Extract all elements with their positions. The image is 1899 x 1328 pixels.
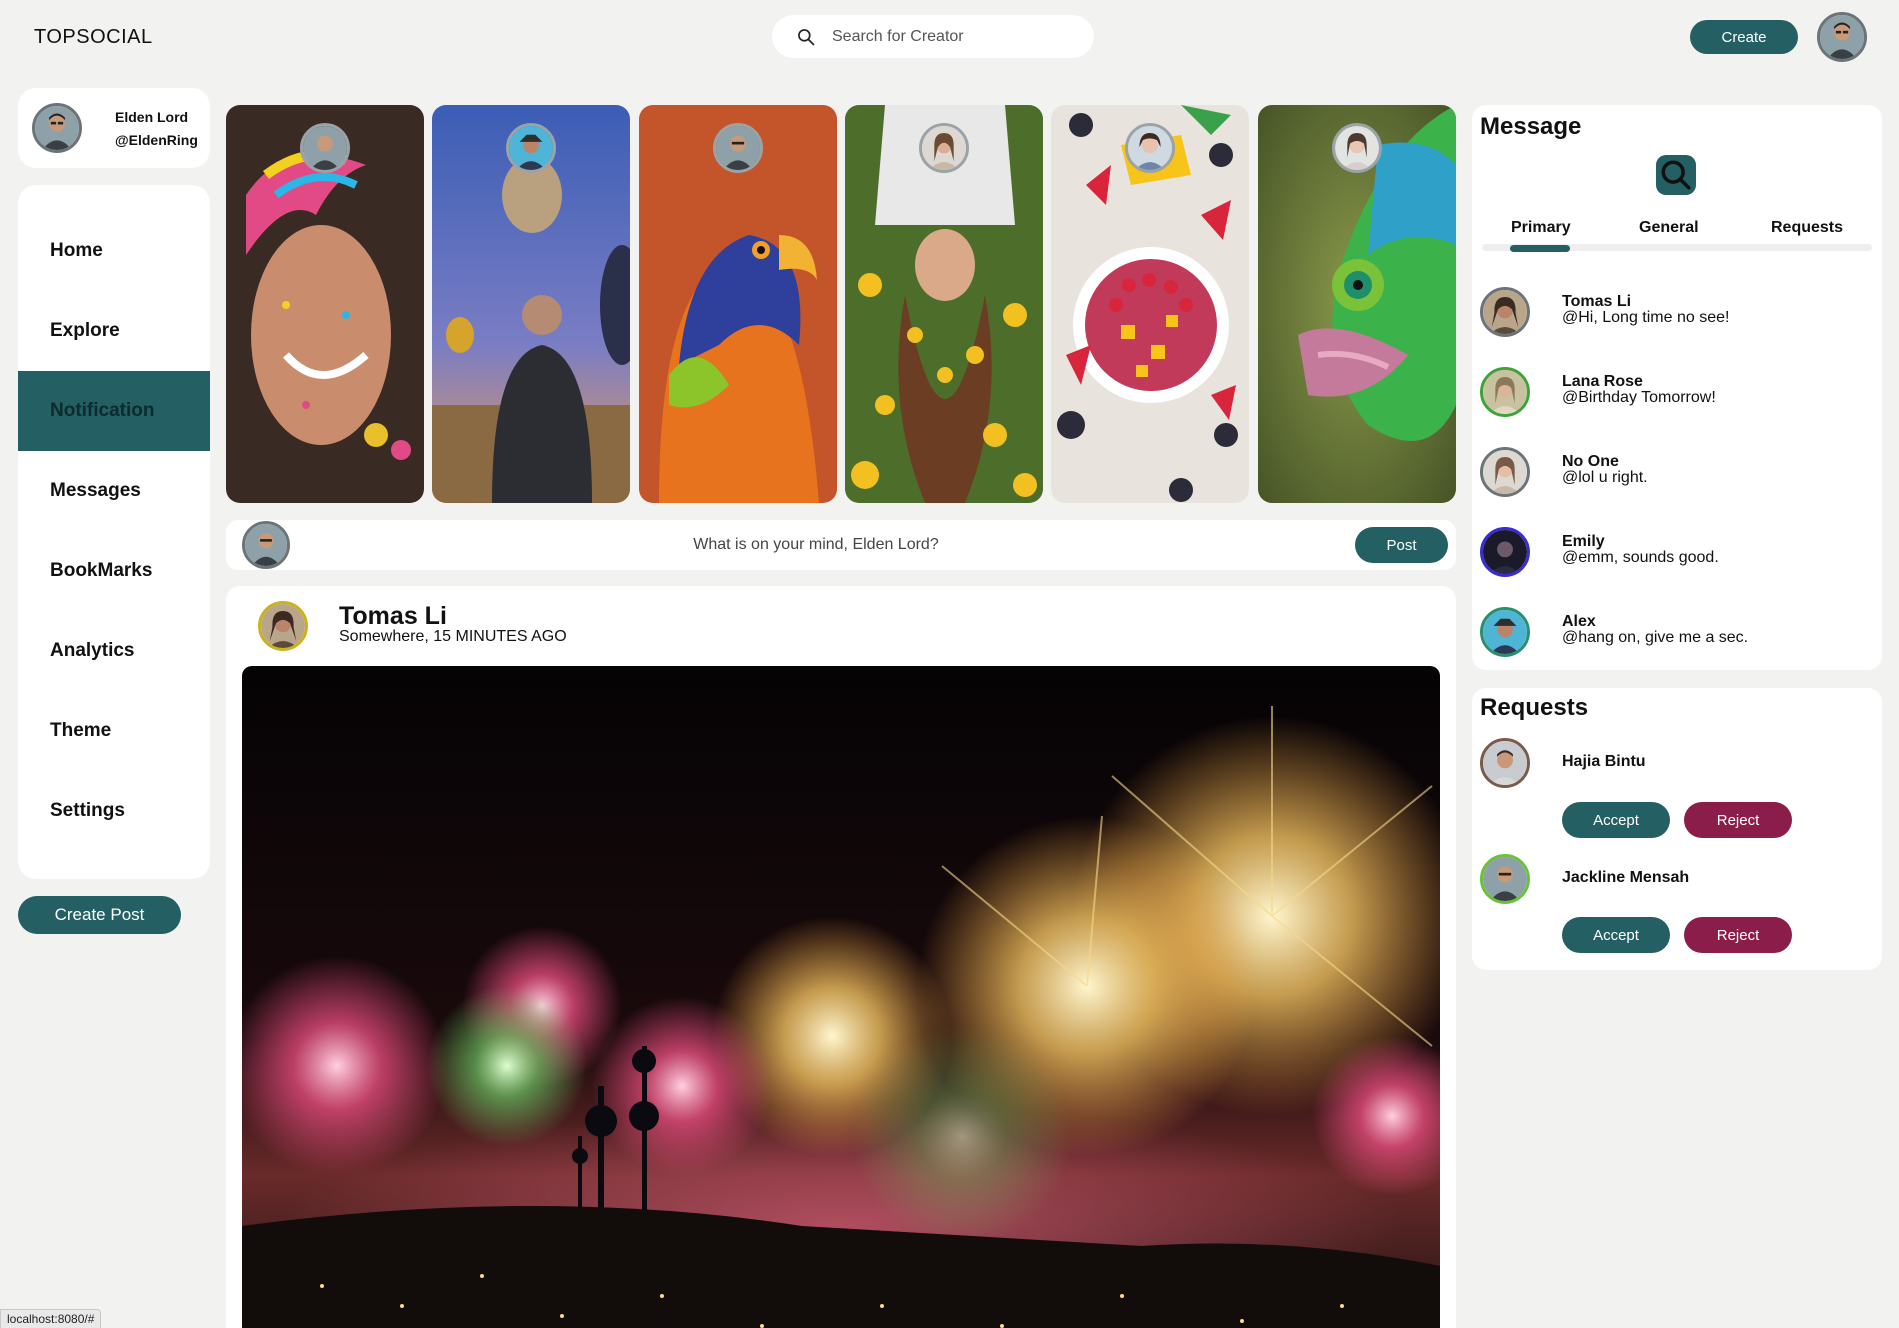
- message-avatar: [1480, 287, 1530, 337]
- story-avatar: [919, 123, 969, 173]
- sidebar-item-explore[interactable]: Explore: [18, 291, 210, 371]
- request-avatar[interactable]: [1480, 854, 1530, 904]
- message-item[interactable]: Alex @hang on, give me a sec.: [1480, 607, 1870, 663]
- message-preview: @Hi, Long time no see!: [1562, 309, 1730, 326]
- composer-input[interactable]: [316, 532, 1316, 558]
- story-avatar: [1332, 123, 1382, 173]
- message-item[interactable]: Lana Rose @Birthday Tomorrow!: [1480, 367, 1870, 423]
- message-preview: @lol u right.: [1562, 469, 1648, 486]
- user-avatar[interactable]: [1817, 12, 1867, 62]
- sidebar-item-analytics[interactable]: Analytics: [18, 611, 210, 691]
- accept-button[interactable]: Accept: [1562, 917, 1670, 953]
- requests-title: Requests: [1480, 694, 1589, 721]
- request-avatar[interactable]: [1480, 738, 1530, 788]
- tab-primary[interactable]: Primary: [1511, 219, 1571, 237]
- requests-panel: Requests Hajia Bintu Accept Reject Jackl…: [1472, 688, 1882, 970]
- accept-button[interactable]: Accept: [1562, 802, 1670, 838]
- post-image[interactable]: [242, 666, 1440, 1328]
- post-meta: Somewhere, 15 MINUTES AGO: [339, 628, 567, 645]
- top-bar: TOPSOCIAL Create: [0, 0, 1899, 74]
- story-card[interactable]: [1051, 105, 1249, 503]
- story-card[interactable]: [845, 105, 1043, 503]
- tab-requests[interactable]: Requests: [1771, 219, 1843, 237]
- tab-active-indicator: [1510, 245, 1570, 252]
- profile-card[interactable]: Elden Lord @EldenRing: [18, 88, 210, 168]
- sidebar-item-messages[interactable]: Messages: [18, 451, 210, 531]
- story-card[interactable]: [226, 105, 424, 503]
- sidebar-item-home[interactable]: Home: [18, 211, 210, 291]
- search-icon: [798, 28, 815, 45]
- story-card[interactable]: [1258, 105, 1456, 503]
- story-card[interactable]: [432, 105, 630, 503]
- create-button[interactable]: Create: [1690, 20, 1798, 54]
- reject-button[interactable]: Reject: [1684, 802, 1792, 838]
- reject-button[interactable]: Reject: [1684, 917, 1792, 953]
- profile-handle: @EldenRing: [115, 132, 198, 148]
- post-button[interactable]: Post: [1355, 527, 1448, 563]
- brand-logo[interactable]: TOPSOCIAL: [34, 26, 153, 49]
- message-preview: @hang on, give me a sec.: [1562, 629, 1749, 646]
- message-preview: @Birthday Tomorrow!: [1562, 389, 1716, 406]
- story-avatar: [300, 123, 350, 173]
- message-item[interactable]: No One @lol u right.: [1480, 447, 1870, 503]
- story-avatar: [506, 123, 556, 173]
- sidebar-item-bookmarks[interactable]: BookMarks: [18, 531, 210, 611]
- message-item[interactable]: Emily @emm, sounds good.: [1480, 527, 1870, 583]
- sidebar-item-notification[interactable]: Notification: [18, 371, 210, 451]
- message-avatar: [1480, 367, 1530, 417]
- message-item[interactable]: Tomas Li @Hi, Long time no see!: [1480, 287, 1870, 343]
- profile-avatar: [32, 103, 82, 153]
- sidebar-nav: Home Explore Notification Messages BookM…: [18, 185, 210, 879]
- search-bar[interactable]: [772, 15, 1094, 58]
- message-search-icon[interactable]: [1656, 155, 1696, 195]
- search-input[interactable]: [832, 27, 1062, 46]
- messages-panel: Message Primary General Requests Tomas L…: [1472, 105, 1882, 670]
- message-avatar: [1480, 527, 1530, 577]
- profile-name: Elden Lord: [115, 109, 189, 125]
- post-composer: Post: [226, 520, 1456, 570]
- request-name: Hajia Bintu: [1562, 753, 1646, 770]
- tab-general[interactable]: General: [1639, 219, 1699, 237]
- create-post-button[interactable]: Create Post: [18, 896, 181, 934]
- message-avatar: [1480, 607, 1530, 657]
- messages-title: Message: [1480, 113, 1582, 140]
- composer-avatar: [242, 521, 290, 569]
- request-name: Jackline Mensah: [1562, 869, 1690, 886]
- story-card[interactable]: [639, 105, 837, 503]
- story-avatar: [713, 123, 763, 173]
- message-preview: @emm, sounds good.: [1562, 549, 1719, 566]
- status-bar-url: localhost:8080/#: [0, 1309, 102, 1328]
- feed-post: Tomas Li Somewhere, 15 MINUTES AGO: [226, 586, 1456, 1328]
- post-author-avatar[interactable]: [258, 601, 308, 651]
- story-avatar: [1125, 123, 1175, 173]
- sidebar-item-theme[interactable]: Theme: [18, 691, 210, 771]
- message-avatar: [1480, 447, 1530, 497]
- sidebar-item-settings[interactable]: Settings: [18, 771, 210, 851]
- post-author-name[interactable]: Tomas Li: [339, 602, 447, 631]
